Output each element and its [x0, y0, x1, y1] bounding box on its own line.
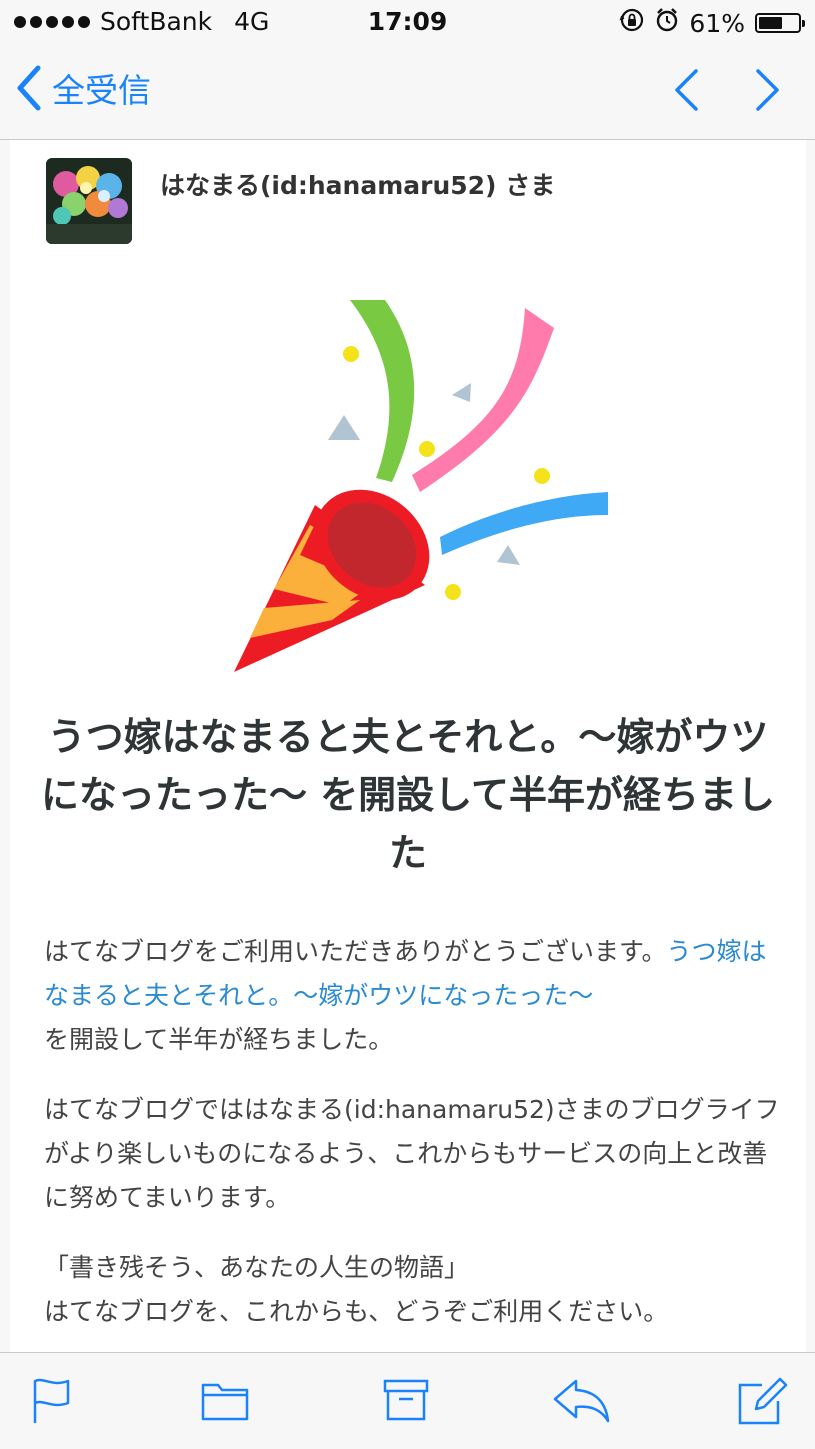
- mail-headline: うつ嫁はなまると夫とそれと。〜嫁がウツになったった〜 を開設して半年が経ちました: [40, 715, 776, 875]
- back-button[interactable]: 全受信: [16, 64, 151, 112]
- next-message-button[interactable]: [754, 68, 782, 116]
- paragraph-3-line-1: 「書き残そう、あなたの人生の物語」: [44, 1253, 470, 1282]
- battery-percent: 61%: [689, 8, 745, 38]
- sender-name: はなまる(id:hanamaru52) さま: [160, 171, 556, 200]
- compose-icon: [738, 1377, 788, 1425]
- reply-icon: [553, 1379, 610, 1423]
- battery-icon: [755, 13, 805, 33]
- nav-bar: 全受信: [0, 44, 815, 140]
- alarm-icon: [655, 7, 679, 39]
- mail-content[interactable]: はなまる(id:hanamaru52) さま うつ嫁はなまると夫とそれと。〜嫁が: [10, 140, 806, 1352]
- paragraph-1: はてなブログをご利用いただきありがとうございます。うつ嫁はなまると夫とそれと。〜…: [44, 930, 784, 1062]
- chevron-left-icon: [17, 65, 41, 111]
- compose-button[interactable]: [736, 1377, 788, 1431]
- up-arrow-icon: [675, 69, 698, 111]
- previous-message-button[interactable]: [672, 68, 700, 116]
- archive-button[interactable]: [382, 1377, 430, 1427]
- reply-button[interactable]: [552, 1377, 610, 1427]
- mail-body: はてなブログをご利用いただきありがとうございます。うつ嫁はなまると夫とそれと。〜…: [44, 930, 784, 1352]
- folder-icon: [201, 1383, 249, 1421]
- archive-icon: [383, 1379, 429, 1421]
- flag-icon: [33, 1378, 70, 1423]
- status-right: 61%: [619, 7, 805, 39]
- avatar: [46, 158, 132, 244]
- back-label: 全受信: [52, 71, 151, 110]
- paragraph-3-line-2: はてなブログを、これからも、どうぞご利用ください。: [44, 1297, 669, 1326]
- bottom-toolbar: [0, 1352, 815, 1449]
- down-arrow-icon: [756, 69, 779, 111]
- paragraph-3: 「書き残そう、あなたの人生の物語」はてなブログを、これからも、どうぞご利用くださ…: [44, 1246, 784, 1334]
- paragraph-1-suffix: を開設して半年が経ちました。: [44, 1025, 394, 1054]
- party-popper-image: [220, 300, 620, 684]
- paragraph-1-text: はてなブログをご利用いただきありがとうございます。: [44, 937, 667, 966]
- status-bar: SoftBank 4G 17:09 61%: [0, 0, 815, 44]
- flag-button[interactable]: [30, 1377, 72, 1429]
- paragraph-2: はてなブログでははなまる(id:hanamaru52)さまのブログライフがより楽…: [44, 1095, 780, 1212]
- move-folder-button[interactable]: [200, 1377, 250, 1427]
- orientation-lock-icon: [619, 7, 645, 39]
